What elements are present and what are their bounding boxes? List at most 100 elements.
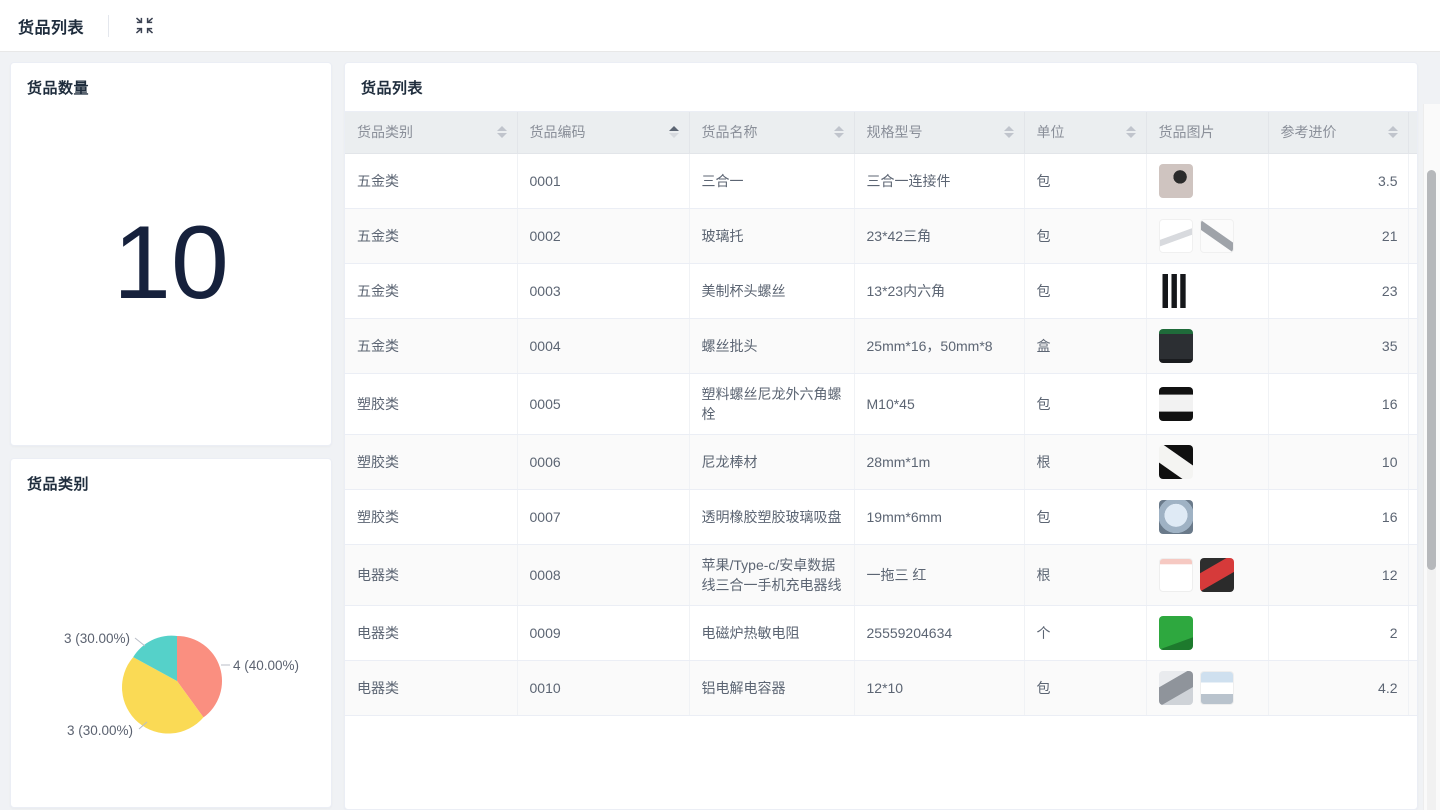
table-row[interactable]: 五金类 0002 玻璃托 23*42三角包 21: [345, 208, 1417, 264]
goods-thumbnail-image[interactable]: [1158, 218, 1193, 253]
goods-thumbnail-image[interactable]: [1158, 386, 1193, 421]
cell-spec: 28mm*1m: [854, 434, 1025, 490]
cell-price2: [1408, 318, 1417, 374]
cell-price: 16: [1268, 373, 1409, 435]
sort-icon-price[interactable]: [1387, 126, 1398, 139]
column-header-unit[interactable]: 单位: [1024, 112, 1147, 154]
goods-thumbnail-image[interactable]: [1158, 444, 1193, 479]
cell-unit: 个: [1024, 605, 1147, 661]
goods-thumbnail-image[interactable]: [1158, 163, 1193, 198]
cell-price2: [1408, 373, 1417, 435]
page-scrollbar[interactable]: [1427, 170, 1436, 810]
cell-name: 苹果/Type-c/安卓数据线三合一手机充电器线: [689, 544, 855, 606]
goods-list-panel-title: 货品列表: [361, 80, 424, 97]
sort-icon-name[interactable]: [833, 126, 844, 139]
cell-code: 0010: [517, 660, 690, 716]
cell-unit: 包: [1024, 489, 1147, 545]
table-row[interactable]: 电器类 0010 铝电解电容器 12*10 包 4.2: [345, 660, 1417, 716]
cell-category: 电器类: [345, 660, 518, 716]
cell-image: [1146, 544, 1269, 606]
thumbnail-group: [1158, 218, 1258, 253]
goods-count-title: 货品数量: [27, 80, 90, 97]
column-header-code[interactable]: 货品编码: [517, 112, 690, 154]
thumbnail-group: [1158, 444, 1258, 479]
cell-unit: 包: [1024, 263, 1147, 319]
goods-category-card: 货品类别 4 (40.00%) 3 (30.00%) 3 (30.00%): [10, 458, 332, 808]
table-row[interactable]: 电器类 0009 电磁炉热敏电阻 25559204634 个 2: [345, 605, 1417, 661]
thumbnail-group: [1158, 386, 1258, 421]
cell-code: 0002: [517, 208, 690, 264]
goods-thumbnail-image[interactable]: [1158, 328, 1193, 363]
thumbnail-group: [1158, 499, 1258, 534]
cell-unit: 包: [1024, 660, 1147, 716]
sort-icon-spec[interactable]: [1003, 126, 1014, 139]
cell-image: [1146, 373, 1269, 435]
cell-name: 塑料螺丝尼龙外六角螺栓: [689, 373, 855, 435]
cell-price: 2: [1268, 605, 1409, 661]
goods-thumbnail-image[interactable]: [1158, 615, 1193, 650]
top-bar: 货品列表: [0, 0, 1440, 52]
page-scrollbar-thumb[interactable]: [1427, 170, 1436, 570]
cell-price2: [1408, 208, 1417, 264]
cell-spec: 25mm*16，50mm*8: [854, 318, 1025, 374]
cell-code: 0001: [517, 153, 690, 209]
column-label-price: 参考进价: [1280, 124, 1337, 141]
column-header-image[interactable]: 货品图片: [1146, 112, 1269, 154]
goods-table: 货品类别 货品编码 货品名称 规格型号 单位 货品图片 参考进价 五金类 000…: [345, 112, 1417, 716]
cell-unit: 包: [1024, 208, 1147, 264]
pie-svg: 4 (40.00%) 3 (30.00%) 3 (30.00%): [64, 631, 299, 738]
cell-image: [1146, 605, 1269, 661]
goods-thumbnail-image[interactable]: [1199, 670, 1234, 705]
goods-thumbnail-image[interactable]: [1199, 218, 1234, 253]
cell-spec: 一拖三 红: [854, 544, 1025, 606]
table-row[interactable]: 塑胶类 0006 尼龙棒材 28mm*1m 根 10: [345, 434, 1417, 490]
cell-category: 塑胶类: [345, 373, 518, 435]
page-body: 货品数量 10 货品类别 4 (40.00%) 3 (30.00%) 3 (30…: [0, 52, 1440, 810]
table-row[interactable]: 五金类 0004 螺丝批头 25mm*16，50mm*8 盒 35: [345, 318, 1417, 374]
cell-code: 0008: [517, 544, 690, 606]
cell-unit: 根: [1024, 544, 1147, 606]
cell-code: 0003: [517, 263, 690, 319]
thumbnail-group: [1158, 163, 1258, 198]
cell-price: 10: [1268, 434, 1409, 490]
table-row[interactable]: 电器类 0008 苹果/Type-c/安卓数据线三合一手机充电器线 一拖三 红根 12: [345, 544, 1417, 606]
goods-thumbnail-image[interactable]: [1158, 670, 1193, 705]
cell-code: 0009: [517, 605, 690, 661]
table-row[interactable]: 五金类 0003 美制杯头螺丝 13*23内六角包 23: [345, 263, 1417, 319]
column-header-price2[interactable]: 参: [1408, 112, 1417, 154]
goods-count-card: 货品数量 10: [10, 62, 332, 446]
cell-spec: 19mm*6mm: [854, 489, 1025, 545]
cell-image: [1146, 434, 1269, 490]
column-header-category[interactable]: 货品类别: [345, 112, 518, 154]
cell-price2: [1408, 660, 1417, 716]
cell-price: 4.2: [1268, 660, 1409, 716]
pie-leader-2: [134, 637, 146, 647]
table-header-row: 货品类别 货品编码 货品名称 规格型号 单位 货品图片 参考进价: [345, 112, 1417, 154]
cell-price: 21: [1268, 208, 1409, 264]
table-row[interactable]: 塑胶类 0007 透明橡胶塑胶玻璃吸盘 19mm*6mm 包 16: [345, 489, 1417, 545]
cell-price2: [1408, 263, 1417, 319]
sort-icon-code[interactable]: [668, 126, 679, 139]
page-title: 货品列表: [18, 19, 85, 37]
cell-name: 三合一: [689, 153, 855, 209]
compress-arrows-icon[interactable]: [131, 13, 157, 39]
cell-unit: 根: [1024, 434, 1147, 490]
goods-thumbnail-image[interactable]: [1158, 557, 1193, 592]
cell-category: 五金类: [345, 318, 518, 374]
cell-price2: [1408, 434, 1417, 490]
goods-thumbnail-image[interactable]: [1158, 273, 1193, 308]
cell-name: 玻璃托: [689, 208, 855, 264]
column-header-price[interactable]: 参考进价: [1268, 112, 1409, 154]
goods-thumbnail-image[interactable]: [1199, 557, 1234, 592]
column-header-name[interactable]: 货品名称: [689, 112, 855, 154]
thumbnail-group: [1158, 273, 1258, 308]
goods-thumbnail-image[interactable]: [1158, 499, 1193, 534]
cell-name: 螺丝批头: [689, 318, 855, 374]
column-header-spec[interactable]: 规格型号: [854, 112, 1025, 154]
table-row[interactable]: 五金类 0001 三合一 三合一连接件包 3.5: [345, 153, 1417, 209]
sort-icon-category[interactable]: [496, 126, 507, 139]
sort-icon-unit[interactable]: [1125, 126, 1136, 139]
table-viewport[interactable]: 货品类别 货品编码 货品名称 规格型号 单位 货品图片 参考进价 五金类 000…: [345, 111, 1417, 716]
cell-price2: [1408, 605, 1417, 661]
table-row[interactable]: 塑胶类 0005 塑料螺丝尼龙外六角螺栓 M10*45 包 16: [345, 373, 1417, 435]
